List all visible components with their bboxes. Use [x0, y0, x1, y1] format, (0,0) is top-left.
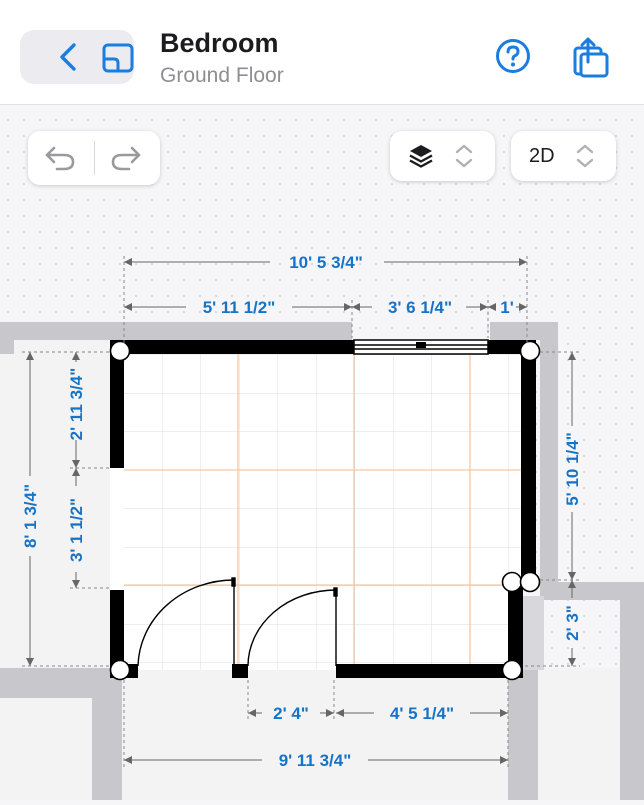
room-floor: [120, 348, 530, 670]
page-title: Bedroom: [160, 28, 279, 58]
dim-right-lower[interactable]: 2' 3": [563, 605, 582, 641]
dim-top-left[interactable]: 5' 11 1/2": [203, 298, 276, 317]
undo-redo-group: [28, 131, 160, 185]
dim-right-upper[interactable]: 5' 10 1/4": [563, 432, 582, 506]
dim-left-opening[interactable]: 3' 1 1/2": [67, 498, 86, 562]
dim-bottom-door[interactable]: 2' 4": [273, 704, 309, 723]
chevron-left-icon: [60, 43, 76, 71]
chevron-updown-icon: [455, 144, 473, 168]
help-circle-icon[interactable]: [495, 38, 531, 74]
divider: [94, 141, 95, 175]
view-mode-label: 2D: [529, 145, 555, 167]
share-icon[interactable]: [573, 36, 609, 78]
dim-bottom-total[interactable]: 9' 11 3/4": [279, 751, 352, 770]
dim-top-window[interactable]: 3' 6 1/4": [388, 298, 452, 317]
floorplan-canvas[interactable]: 10' 5 3/4" 5' 11 1/2" 3' 6 1/4" 1' 8' 1 …: [0, 105, 644, 800]
opening: [110, 468, 124, 590]
redo-icon[interactable]: [110, 145, 142, 171]
undo-icon[interactable]: [44, 145, 76, 171]
layers-selector[interactable]: [390, 131, 495, 181]
back-button[interactable]: [20, 30, 134, 84]
top-bar: Bedroom Ground Floor: [0, 0, 644, 105]
dim-bottom-wall[interactable]: 4' 5 1/4": [390, 704, 454, 723]
chevron-updown-icon: [576, 144, 594, 168]
dim-left-total[interactable]: 8' 1 3/4": [21, 484, 40, 548]
layers-icon: [409, 145, 433, 168]
floorplan-drawing: 10' 5 3/4" 5' 11 1/2" 3' 6 1/4" 1' 8' 1 …: [0, 105, 644, 800]
view-mode-selector[interactable]: 2D: [511, 131, 616, 181]
floorplan-icon: [102, 43, 134, 73]
dim-top-total[interactable]: 10' 5 3/4": [289, 253, 363, 272]
window: [353, 339, 489, 355]
dim-left-upper[interactable]: 2' 11 3/4": [67, 368, 86, 441]
dim-top-right[interactable]: 1': [500, 298, 514, 317]
page-subtitle: Ground Floor: [160, 64, 284, 87]
